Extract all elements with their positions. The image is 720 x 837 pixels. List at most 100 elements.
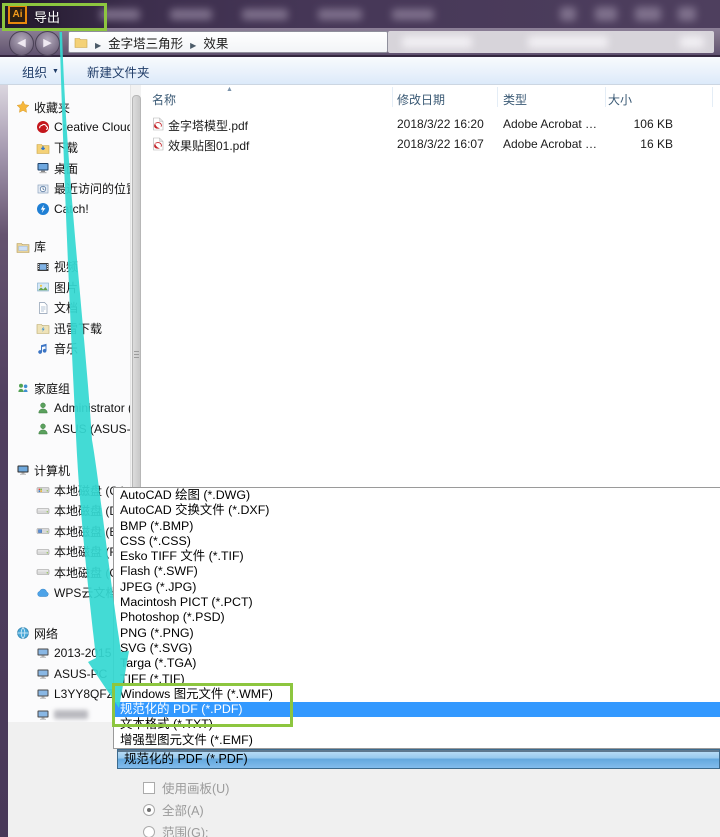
homegroup-icon [16,381,30,395]
format-option[interactable]: Photoshop (*.PSD) [114,610,720,625]
save-type-combobox[interactable]: 规范化的 PDF (*.PDF) [117,749,720,769]
network-pc-icon [36,708,50,722]
use-artboards-checkbox[interactable] [143,782,155,794]
drive-icon [36,565,50,579]
sidebar-item[interactable]: Creative Cloud [8,117,131,138]
illustrator-app-icon: Ai [8,5,27,24]
thunder-folder-icon [36,321,50,335]
blurred-search-box [388,31,714,53]
new-folder-label: 新建文件夹 [87,62,150,81]
drive-system-icon [36,483,50,497]
all-radio[interactable] [143,804,155,816]
column-header-type[interactable]: 类型 [503,91,527,109]
user-icon [36,401,50,415]
breadcrumb-item[interactable]: 金字塔三角形 [108,37,183,51]
format-option[interactable]: AutoCAD 交换文件 (*.DXF) [114,503,720,518]
sidebar-section-header[interactable]: 收藏夹 [8,97,131,117]
network-pc-icon [36,687,50,701]
export-dialog-window: Ai 导出 ◀ ▶ ▶金字塔三角形▶效果 组织 ▼ 新建文件夹 [0,0,720,837]
format-option[interactable]: CSS (*.CSS) [114,534,720,549]
drive-media-icon [36,524,50,538]
catch-icon [36,202,50,216]
format-option[interactable]: Flash (*.SWF) [114,564,720,579]
format-option[interactable]: Macintosh PICT (*.PCT) [114,595,720,610]
sidebar-section-header[interactable]: 家庭组 [8,378,131,398]
pdf-file-icon [151,137,165,151]
file-size: 16 KB [581,137,673,151]
sidebar-section-header[interactable]: 计算机 [8,460,131,480]
wps-cloud-icon [36,586,50,600]
forward-button[interactable]: ▶ [35,31,60,56]
format-option[interactable]: Windows 图元文件 (*.WMF) [114,687,720,702]
dialog-toolbar: 组织 ▼ 新建文件夹 [0,57,720,85]
new-folder-button[interactable]: 新建文件夹 [87,62,150,81]
sidebar-item[interactable]: 最近访问的位置 [8,179,131,200]
format-option[interactable]: TIFF (*.TIF) [114,672,720,687]
file-row[interactable]: 金字塔模型.pdf2018/3/22 16:20Adobe Acrobat …1… [141,115,720,134]
column-header-name[interactable]: 名称 [152,91,176,109]
file-size: 106 KB [581,117,673,131]
all-label: 全部(A) [162,800,204,819]
blurred-menu-item [100,9,140,20]
drive-icon [36,545,50,559]
sidebar-item[interactable]: Administrator (L [8,398,131,419]
sidebar-item[interactable]: 文档 [8,298,131,319]
file-name: 金字塔模型.pdf [168,117,248,134]
format-option[interactable]: 增强型图元文件 (*.EMF) [114,733,720,748]
breadcrumb-separator-icon: ▶ [95,41,101,50]
network-pc-icon [36,646,50,660]
breadcrumb[interactable]: ▶金字塔三角形▶效果 [68,31,388,53]
range-label: 范围(G): [162,822,209,837]
breadcrumb-item[interactable]: 效果 [203,37,228,51]
format-option[interactable]: SVG (*.SVG) [114,641,720,656]
favorites-star-icon [16,100,30,114]
column-header-size[interactable]: 大小 [608,91,632,109]
blurred-toolbar-icon [595,7,617,21]
network-pc-icon [36,667,50,681]
libraries-icon [16,240,30,254]
blurred-menu-item [318,9,362,20]
music-icon [36,342,50,356]
pdf-file-icon [151,117,165,131]
format-option[interactable]: Esko TIFF 文件 (*.TIF) [114,549,720,564]
format-option[interactable]: PNG (*.PNG) [114,626,720,641]
window-edge [0,85,8,837]
use-artboards-label: 使用画板(U) [162,778,229,797]
window-title: 导出 [34,7,60,26]
address-bar: ◀ ▶ ▶金字塔三角形▶效果 [0,28,720,57]
blurred-menu-item [170,9,212,20]
column-header-modified[interactable]: 修改日期 [397,91,445,109]
sidebar-item[interactable]: 图片 [8,277,131,298]
format-option[interactable]: BMP (*.BMP) [114,519,720,534]
format-option[interactable]: Targa (*.TGA) [114,656,720,671]
blurred-menu-item [392,9,434,20]
sidebar-item[interactable]: ASUS (ASUS-PC [8,419,131,440]
back-button[interactable]: ◀ [9,31,34,56]
computer-icon [16,463,30,477]
sidebar-section: 家庭组Administrator (LASUS (ASUS-PC [8,378,131,439]
use-artboards-option: 使用画板(U) [143,778,229,797]
blurred-label [54,710,88,719]
pictures-icon [36,280,50,294]
format-option[interactable]: AutoCAD 绘图 (*.DWG) [114,488,720,503]
format-option[interactable]: 文本格式 (*.TXT) [114,717,720,732]
sidebar-item[interactable]: 音乐 [8,339,131,360]
sidebar-section-header[interactable]: 库 [8,237,131,257]
blurred-menu-item [242,9,288,20]
range-radio[interactable] [143,826,155,837]
sidebar-section: 收藏夹Creative Cloud下载桌面最近访问的位置Catch! [8,97,131,220]
file-row[interactable]: 效果贴图01.pdf2018/3/22 16:07Adobe Acrobat …… [141,135,720,154]
sidebar-item[interactable]: 下载 [8,138,131,159]
organize-menu-button[interactable]: 组织 ▼ [22,62,59,81]
title-bar: Ai 导出 [0,0,720,28]
format-option[interactable]: 规范化的 PDF (*.PDF) [114,702,720,717]
sidebar-item[interactable]: 桌面 [8,158,131,179]
sidebar-item[interactable]: 视频 [8,257,131,278]
blurred-toolbar-icon [635,7,661,21]
recent-places-icon [36,182,50,196]
blurred-toolbar-icon [560,7,576,21]
all-option: 全部(A) [143,800,204,819]
sidebar-item[interactable]: 迅雷下载 [8,318,131,339]
sidebar-item[interactable]: Catch! [8,199,131,220]
format-option[interactable]: JPEG (*.JPG) [114,580,720,595]
